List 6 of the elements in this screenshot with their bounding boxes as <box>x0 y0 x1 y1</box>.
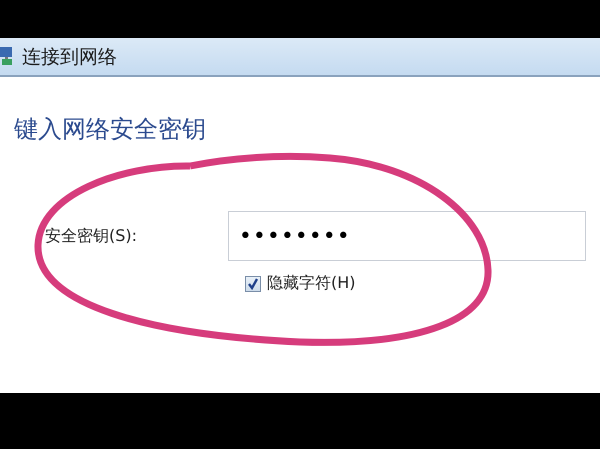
checkbox-label: 隐藏字符(H) <box>267 273 356 294</box>
dialog-heading: 键入网络安全密钥 <box>14 114 207 145</box>
checkbox[interactable] <box>245 276 261 292</box>
window-title: 连接到网络 <box>22 44 117 70</box>
field-label: 安全密钥(S): <box>45 226 138 246</box>
password-field[interactable]: •••••••• <box>228 211 586 261</box>
